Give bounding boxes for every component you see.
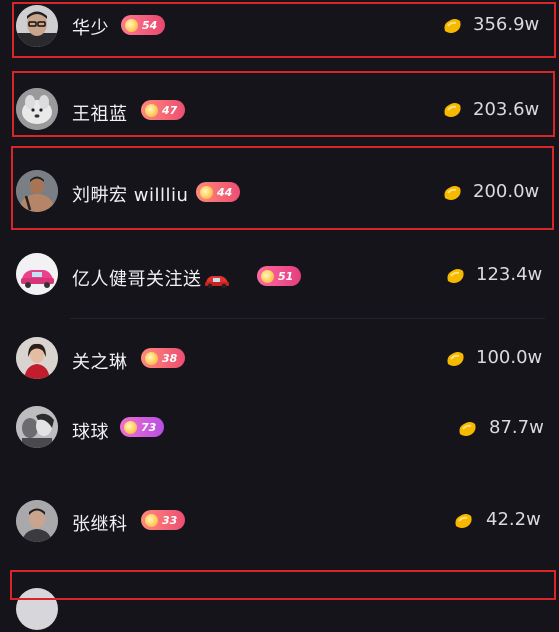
level-badge: 38	[141, 348, 186, 368]
list-item[interactable]: 张继科 33 42.2w	[0, 493, 559, 553]
flame-icon	[145, 513, 158, 527]
gift-ranking-list: 华少 54 356.9w 王祖蓝 47 203.6w 刘畊宏 willliu 4…	[0, 0, 559, 630]
level-value: 73	[141, 420, 157, 434]
avatar-pink-car-icon	[16, 253, 58, 295]
red-car-emoji-icon	[204, 276, 229, 289]
coin-icon	[452, 510, 474, 532]
coin-icon	[444, 348, 466, 370]
highlight-frame	[12, 71, 555, 137]
list-item[interactable]: 球球 73 87.7w	[0, 400, 559, 460]
level-badge: 33	[141, 510, 186, 530]
gift-amount: 100.0w	[476, 347, 543, 368]
avatar[interactable]	[16, 337, 58, 379]
level-badge: 51	[257, 266, 302, 286]
user-name: 球球	[72, 422, 109, 443]
flame-icon	[261, 269, 274, 283]
avatar-couple-bw-icon	[16, 406, 58, 448]
gift-amount: 42.2w	[486, 509, 541, 530]
gift-amount: 87.7w	[489, 417, 544, 438]
user-name-text: 亿人健哥关注送	[72, 269, 202, 290]
avatar-man-portrait-icon	[16, 500, 58, 542]
coin-icon	[444, 265, 466, 287]
user-name: 亿人健哥关注送	[72, 265, 230, 291]
coin-icon	[456, 418, 478, 440]
flame-icon	[145, 351, 158, 365]
highlight-frame	[12, 2, 556, 58]
divider	[70, 318, 545, 319]
user-name: 张继科	[72, 514, 128, 535]
list-item[interactable]: 亿人健哥关注送 51 123.4w	[0, 247, 559, 319]
avatar[interactable]	[16, 253, 58, 295]
avatar[interactable]	[16, 406, 58, 448]
avatar[interactable]	[16, 500, 58, 542]
flame-icon	[124, 420, 137, 434]
gift-amount: 123.4w	[476, 264, 543, 285]
level-value: 38	[162, 351, 178, 365]
avatar-woman-red-icon	[16, 337, 58, 379]
level-badge: 73	[120, 417, 165, 437]
user-name: 关之琳	[72, 352, 128, 373]
list-item[interactable]: 关之琳 38 100.0w	[0, 330, 559, 390]
highlight-frame	[11, 146, 554, 230]
level-value: 51	[278, 269, 294, 283]
level-value: 33	[162, 513, 178, 527]
